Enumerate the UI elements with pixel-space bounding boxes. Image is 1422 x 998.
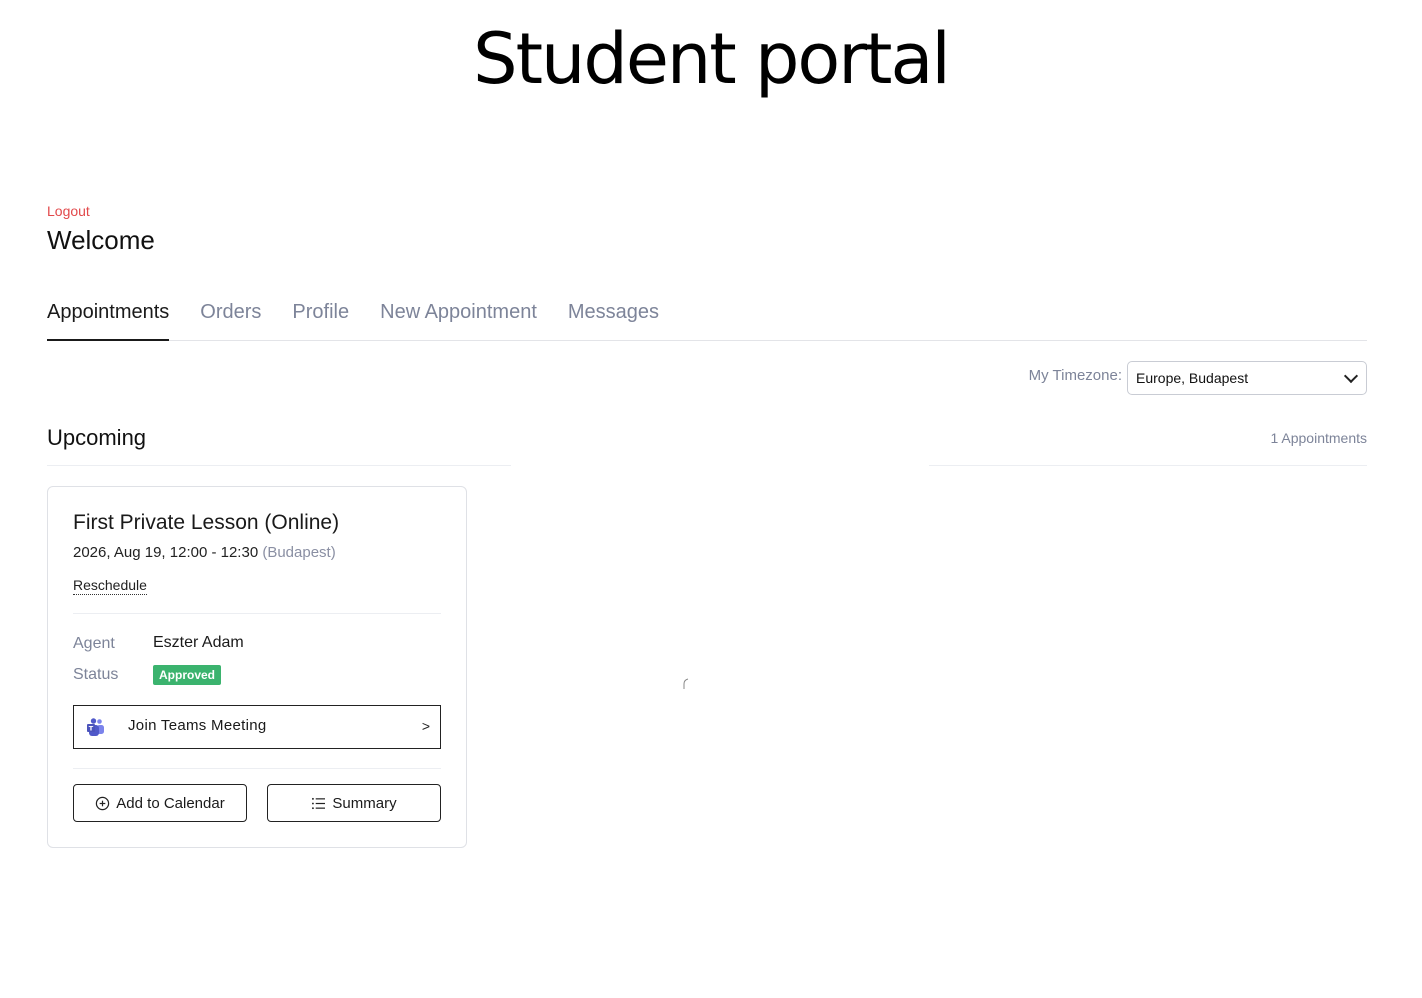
timezone-select[interactable]: Europe, Budapest [1127,361,1367,395]
teams-icon: T [87,718,104,736]
tab-orders[interactable]: Orders [200,296,261,339]
welcome-heading: Welcome [47,225,155,255]
tab-messages[interactable]: Messages [568,296,659,339]
section-divider [47,465,511,466]
section-divider [929,465,1367,466]
add-to-calendar-label: Add to Calendar [116,794,225,812]
appointments-count: 1 Appointments [1270,430,1367,446]
svg-text:T: T [89,725,94,733]
agent-label: Agent [73,635,115,652]
list-icon [312,797,326,809]
upcoming-heading: Upcoming [47,425,147,450]
timezone-selected-value: Europe, Budapest [1136,370,1249,386]
tab-appointments[interactable]: Appointments [47,296,170,341]
loading-spinner-icon [683,678,689,689]
plus-circle-icon [96,796,110,810]
student-portal-page: Student portal Logout Welcome Appointmen… [0,0,1422,998]
appointment-date-text: 2026, Aug 19, 12:00 - 12:30 [73,544,259,561]
tab-profile[interactable]: Profile [292,296,349,339]
chevron-down-icon [1343,368,1359,384]
appointment-timezone: (Budapest) [262,544,336,561]
status-label: Status [73,666,119,683]
join-teams-meeting-button[interactable]: T Join Teams Meeting > [73,705,441,749]
join-teams-meeting-label: Join Teams Meeting [128,717,267,734]
summary-label: Summary [332,794,397,812]
status-badge: Approved [153,665,222,685]
chevron-right-icon: > [421,718,430,734]
agent-name: Eszter Adam [153,634,244,651]
summary-button[interactable]: Summary [267,784,441,822]
timezone-label: My Timezone: [1028,367,1122,384]
appointment-datetime: 2026, Aug 19, 12:00 - 12:30 (Budapest) [73,544,336,561]
page-title: Student portal [473,18,951,100]
tab-bar: Appointments Orders Profile New Appointm… [47,296,1367,341]
card-divider [73,613,441,614]
card-divider [73,768,441,769]
logout-link[interactable]: Logout [47,203,90,219]
tab-new-appointment[interactable]: New Appointment [380,296,537,339]
appointment-card: First Private Lesson (Online) 2026, Aug … [47,486,467,848]
add-to-calendar-button[interactable]: Add to Calendar [73,784,247,822]
reschedule-link[interactable]: Reschedule [73,577,147,595]
appointment-title: First Private Lesson (Online) [73,511,340,534]
